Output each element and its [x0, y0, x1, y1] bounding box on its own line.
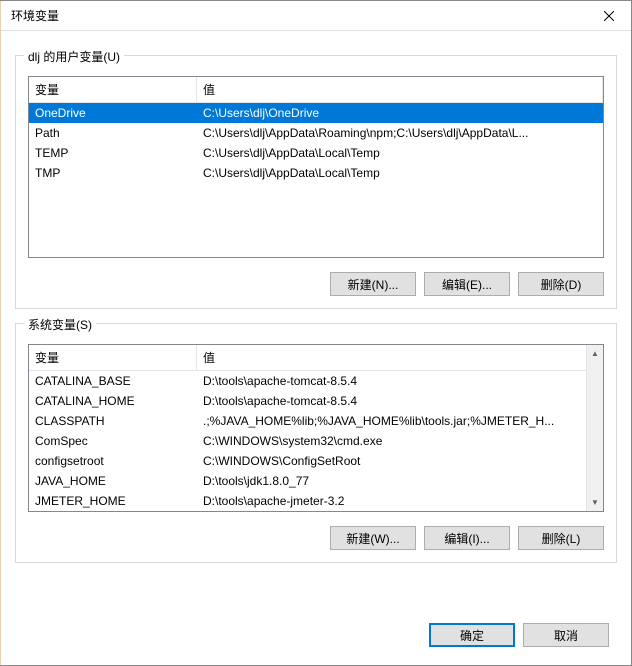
user-vars-label: dlj 的用户变量(U) [24, 48, 124, 65]
var-name-cell: JAVA_HOME [29, 471, 197, 491]
scroll-down-icon[interactable]: ▼ [587, 494, 603, 511]
close-icon [604, 11, 614, 21]
var-value-cell: .;%JAVA_HOME%lib;%JAVA_HOME%lib\tools.ja… [197, 411, 603, 431]
var-name-cell: CLASSPATH [29, 411, 197, 431]
var-name-cell: ComSpec [29, 431, 197, 451]
var-value-cell: D:\tools\apache-tomcat-8.5.4 [197, 371, 603, 391]
list-header[interactable]: 变量 值 [29, 77, 603, 103]
scrollbar[interactable]: ▲ ▼ [586, 345, 603, 511]
user-delete-button[interactable]: 删除(D) [518, 272, 604, 296]
var-name-cell: JMETER_HOME [29, 491, 197, 511]
scroll-up-icon[interactable]: ▲ [587, 345, 603, 362]
user-edit-button[interactable]: 编辑(E)... [424, 272, 510, 296]
system-new-button[interactable]: 新建(W)... [330, 526, 416, 550]
cancel-button[interactable]: 取消 [523, 623, 609, 647]
dialog-footer: 确定 取消 [1, 607, 631, 665]
table-row[interactable]: PathC:\Users\dlj\AppData\Roaming\npm;C:\… [29, 123, 603, 143]
user-new-button[interactable]: 新建(N)... [330, 272, 416, 296]
system-vars-group: 系统变量(S) 变量 值 CATALINA_BASED:\tools\apach… [15, 323, 617, 563]
titlebar: 环境变量 [1, 1, 631, 31]
var-name-cell: OneDrive [29, 103, 197, 123]
var-value-cell: C:\Users\dlj\AppData\Local\Temp [197, 163, 603, 183]
var-value-cell: D:\tools\jdk1.8.0_77 [197, 471, 603, 491]
system-vars-list[interactable]: 变量 值 CATALINA_BASED:\tools\apache-tomcat… [28, 344, 604, 512]
col-header-value[interactable]: 值 [197, 345, 603, 370]
var-value-cell: C:\Users\dlj\AppData\Local\Temp [197, 143, 603, 163]
var-name-cell: TEMP [29, 143, 197, 163]
system-button-row: 新建(W)... 编辑(I)... 删除(L) [28, 526, 604, 550]
var-name-cell: CATALINA_HOME [29, 391, 197, 411]
table-row[interactable]: CATALINA_HOMED:\tools\apache-tomcat-8.5.… [29, 391, 603, 411]
list-header[interactable]: 变量 值 [29, 345, 603, 371]
ok-button[interactable]: 确定 [429, 623, 515, 647]
user-vars-group: dlj 的用户变量(U) 变量 值 OneDriveC:\Users\dlj\O… [15, 55, 617, 309]
col-header-name[interactable]: 变量 [29, 77, 197, 102]
var-value-cell: C:\WINDOWS\system32\cmd.exe [197, 431, 603, 451]
table-row[interactable]: JMETER_HOMED:\tools\apache-jmeter-3.2 [29, 491, 603, 511]
col-header-name[interactable]: 变量 [29, 345, 197, 370]
table-row[interactable]: JAVA_HOMED:\tools\jdk1.8.0_77 [29, 471, 603, 491]
table-row[interactable]: OneDriveC:\Users\dlj\OneDrive [29, 103, 603, 123]
var-name-cell: Path [29, 123, 197, 143]
window-title: 环境变量 [11, 7, 59, 24]
var-name-cell: TMP [29, 163, 197, 183]
var-value-cell: C:\Users\dlj\OneDrive [197, 103, 603, 123]
col-header-value[interactable]: 值 [197, 77, 603, 102]
var-name-cell: CATALINA_BASE [29, 371, 197, 391]
system-delete-button[interactable]: 删除(L) [518, 526, 604, 550]
table-row[interactable]: configsetrootC:\WINDOWS\ConfigSetRoot [29, 451, 603, 471]
table-row[interactable]: TEMPC:\Users\dlj\AppData\Local\Temp [29, 143, 603, 163]
var-value-cell: C:\Users\dlj\AppData\Roaming\npm;C:\User… [197, 123, 603, 143]
env-vars-dialog: 环境变量 dlj 的用户变量(U) 变量 值 OneDriveC:\Users\… [0, 0, 632, 666]
window-edge [0, 1, 1, 665]
table-row[interactable]: CATALINA_BASED:\tools\apache-tomcat-8.5.… [29, 371, 603, 391]
close-button[interactable] [586, 1, 631, 31]
user-rows: OneDriveC:\Users\dlj\OneDrivePathC:\User… [29, 103, 603, 183]
table-row[interactable]: CLASSPATH.;%JAVA_HOME%lib;%JAVA_HOME%lib… [29, 411, 603, 431]
system-edit-button[interactable]: 编辑(I)... [424, 526, 510, 550]
user-button-row: 新建(N)... 编辑(E)... 删除(D) [28, 272, 604, 296]
dialog-body: dlj 的用户变量(U) 变量 值 OneDriveC:\Users\dlj\O… [1, 31, 631, 607]
system-rows: CATALINA_BASED:\tools\apache-tomcat-8.5.… [29, 371, 603, 511]
system-vars-label: 系统变量(S) [24, 316, 96, 333]
var-value-cell: D:\tools\apache-tomcat-8.5.4 [197, 391, 603, 411]
var-value-cell: C:\WINDOWS\ConfigSetRoot [197, 451, 603, 471]
user-vars-list[interactable]: 变量 值 OneDriveC:\Users\dlj\OneDrivePathC:… [28, 76, 604, 258]
table-row[interactable]: ComSpecC:\WINDOWS\system32\cmd.exe [29, 431, 603, 451]
var-value-cell: D:\tools\apache-jmeter-3.2 [197, 491, 603, 511]
var-name-cell: configsetroot [29, 451, 197, 471]
table-row[interactable]: TMPC:\Users\dlj\AppData\Local\Temp [29, 163, 603, 183]
